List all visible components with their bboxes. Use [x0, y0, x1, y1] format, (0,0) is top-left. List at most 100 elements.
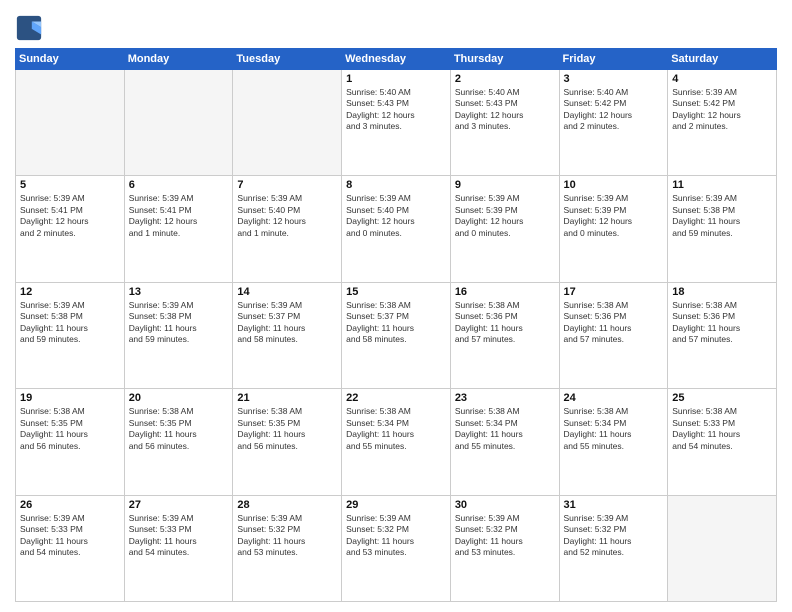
cell-info: Sunrise: 5:38 AMSunset: 5:33 PMDaylight:…	[672, 406, 772, 452]
day-number: 25	[672, 392, 772, 404]
calendar-week-2: 5 Sunrise: 5:39 AMSunset: 5:41 PMDaylight…	[16, 176, 777, 282]
calendar-cell: 17 Sunrise: 5:38 AMSunset: 5:36 PMDayligh…	[559, 282, 668, 388]
day-number: 20	[129, 392, 229, 404]
calendar-cell	[233, 70, 342, 176]
cell-info: Sunrise: 5:38 AMSunset: 5:35 PMDaylight:…	[20, 406, 120, 452]
day-number: 19	[20, 392, 120, 404]
cell-info: Sunrise: 5:38 AMSunset: 5:36 PMDaylight:…	[455, 300, 555, 346]
day-number: 13	[129, 286, 229, 298]
cell-info: Sunrise: 5:39 AMSunset: 5:40 PMDaylight:…	[237, 193, 337, 239]
day-number: 12	[20, 286, 120, 298]
page: SundayMondayTuesdayWednesdayThursdayFrid…	[0, 0, 792, 612]
cell-info: Sunrise: 5:38 AMSunset: 5:36 PMDaylight:…	[672, 300, 772, 346]
calendar-cell: 29 Sunrise: 5:39 AMSunset: 5:32 PMDayligh…	[342, 495, 451, 601]
calendar-cell: 13 Sunrise: 5:39 AMSunset: 5:38 PMDayligh…	[124, 282, 233, 388]
day-header-friday: Friday	[559, 49, 668, 70]
calendar-cell: 9 Sunrise: 5:39 AMSunset: 5:39 PMDaylight…	[450, 176, 559, 282]
calendar-cell	[16, 70, 125, 176]
day-number: 26	[20, 499, 120, 511]
cell-info: Sunrise: 5:39 AMSunset: 5:33 PMDaylight:…	[20, 513, 120, 559]
calendar-cell: 26 Sunrise: 5:39 AMSunset: 5:33 PMDayligh…	[16, 495, 125, 601]
logo-icon	[15, 14, 43, 42]
cell-info: Sunrise: 5:39 AMSunset: 5:37 PMDaylight:…	[237, 300, 337, 346]
cell-info: Sunrise: 5:38 AMSunset: 5:34 PMDaylight:…	[346, 406, 446, 452]
day-number: 23	[455, 392, 555, 404]
cell-info: Sunrise: 5:39 AMSunset: 5:38 PMDaylight:…	[129, 300, 229, 346]
calendar-cell: 25 Sunrise: 5:38 AMSunset: 5:33 PMDayligh…	[668, 389, 777, 495]
day-number: 21	[237, 392, 337, 404]
cell-info: Sunrise: 5:38 AMSunset: 5:34 PMDaylight:…	[455, 406, 555, 452]
cell-info: Sunrise: 5:39 AMSunset: 5:38 PMDaylight:…	[20, 300, 120, 346]
day-number: 11	[672, 179, 772, 191]
cell-info: Sunrise: 5:38 AMSunset: 5:36 PMDaylight:…	[564, 300, 664, 346]
cell-info: Sunrise: 5:39 AMSunset: 5:32 PMDaylight:…	[455, 513, 555, 559]
day-header-wednesday: Wednesday	[342, 49, 451, 70]
calendar-cell: 1 Sunrise: 5:40 AMSunset: 5:43 PMDaylight…	[342, 70, 451, 176]
calendar-cell: 21 Sunrise: 5:38 AMSunset: 5:35 PMDayligh…	[233, 389, 342, 495]
cell-info: Sunrise: 5:39 AMSunset: 5:41 PMDaylight:…	[129, 193, 229, 239]
logo	[15, 14, 47, 42]
calendar-cell: 11 Sunrise: 5:39 AMSunset: 5:38 PMDayligh…	[668, 176, 777, 282]
cell-info: Sunrise: 5:40 AMSunset: 5:43 PMDaylight:…	[346, 87, 446, 133]
cell-info: Sunrise: 5:39 AMSunset: 5:39 PMDaylight:…	[455, 193, 555, 239]
calendar-cell: 15 Sunrise: 5:38 AMSunset: 5:37 PMDayligh…	[342, 282, 451, 388]
day-header-monday: Monday	[124, 49, 233, 70]
header	[15, 10, 777, 42]
calendar-week-4: 19 Sunrise: 5:38 AMSunset: 5:35 PMDayligh…	[16, 389, 777, 495]
calendar-cell: 20 Sunrise: 5:38 AMSunset: 5:35 PMDayligh…	[124, 389, 233, 495]
calendar-cell: 4Sunrise: 5:39 AMSunset: 5:42 PMDaylight…	[668, 70, 777, 176]
day-number: 6	[129, 179, 229, 191]
day-number: 30	[455, 499, 555, 511]
day-number: 1	[346, 73, 446, 85]
calendar-cell: 30 Sunrise: 5:39 AMSunset: 5:32 PMDayligh…	[450, 495, 559, 601]
cell-info: Sunrise: 5:39 AMSunset: 5:32 PMDaylight:…	[346, 513, 446, 559]
calendar-cell: 31 Sunrise: 5:39 AMSunset: 5:32 PMDayligh…	[559, 495, 668, 601]
day-number: 28	[237, 499, 337, 511]
calendar-cell: 6 Sunrise: 5:39 AMSunset: 5:41 PMDaylight…	[124, 176, 233, 282]
day-number: 14	[237, 286, 337, 298]
calendar-cell: 2 Sunrise: 5:40 AMSunset: 5:43 PMDaylight…	[450, 70, 559, 176]
calendar-cell: 3Sunrise: 5:40 AMSunset: 5:42 PMDaylight…	[559, 70, 668, 176]
day-number: 17	[564, 286, 664, 298]
cell-info: Sunrise: 5:39 AMSunset: 5:32 PMDaylight:…	[564, 513, 664, 559]
day-number: 15	[346, 286, 446, 298]
day-number: 16	[455, 286, 555, 298]
calendar-week-1: 1 Sunrise: 5:40 AMSunset: 5:43 PMDaylight…	[16, 70, 777, 176]
calendar-cell: 19 Sunrise: 5:38 AMSunset: 5:35 PMDayligh…	[16, 389, 125, 495]
day-header-sunday: Sunday	[16, 49, 125, 70]
calendar-cell: 10Sunrise: 5:39 AMSunset: 5:39 PMDayligh…	[559, 176, 668, 282]
calendar: SundayMondayTuesdayWednesdayThursdayFrid…	[15, 48, 777, 602]
day-number: 24	[564, 392, 664, 404]
cell-info: Sunrise: 5:40 AMSunset: 5:43 PMDaylight:…	[455, 87, 555, 133]
day-number: 5	[20, 179, 120, 191]
day-number: 27	[129, 499, 229, 511]
day-number: 9	[455, 179, 555, 191]
day-number: 22	[346, 392, 446, 404]
calendar-cell: 22 Sunrise: 5:38 AMSunset: 5:34 PMDayligh…	[342, 389, 451, 495]
calendar-cell: 16 Sunrise: 5:38 AMSunset: 5:36 PMDayligh…	[450, 282, 559, 388]
cell-info: Sunrise: 5:38 AMSunset: 5:35 PMDaylight:…	[237, 406, 337, 452]
calendar-week-3: 12 Sunrise: 5:39 AMSunset: 5:38 PMDayligh…	[16, 282, 777, 388]
day-number: 7	[237, 179, 337, 191]
cell-info: Sunrise: 5:39 AMSunset: 5:41 PMDaylight:…	[20, 193, 120, 239]
day-number: 2	[455, 73, 555, 85]
calendar-cell: 7 Sunrise: 5:39 AMSunset: 5:40 PMDaylight…	[233, 176, 342, 282]
calendar-cell: 28 Sunrise: 5:39 AMSunset: 5:32 PMDayligh…	[233, 495, 342, 601]
calendar-cell: 27Sunrise: 5:39 AMSunset: 5:33 PMDayligh…	[124, 495, 233, 601]
day-header-saturday: Saturday	[668, 49, 777, 70]
day-number: 29	[346, 499, 446, 511]
cell-info: Sunrise: 5:40 AMSunset: 5:42 PMDaylight:…	[564, 87, 664, 133]
calendar-cell: 8Sunrise: 5:39 AMSunset: 5:40 PMDaylight…	[342, 176, 451, 282]
cell-info: Sunrise: 5:38 AMSunset: 5:34 PMDaylight:…	[564, 406, 664, 452]
cell-info: Sunrise: 5:39 AMSunset: 5:32 PMDaylight:…	[237, 513, 337, 559]
cell-info: Sunrise: 5:39 AMSunset: 5:42 PMDaylight:…	[672, 87, 772, 133]
cell-info: Sunrise: 5:38 AMSunset: 5:37 PMDaylight:…	[346, 300, 446, 346]
calendar-cell: 12 Sunrise: 5:39 AMSunset: 5:38 PMDayligh…	[16, 282, 125, 388]
day-number: 8	[346, 179, 446, 191]
cell-info: Sunrise: 5:38 AMSunset: 5:35 PMDaylight:…	[129, 406, 229, 452]
calendar-cell: 24 Sunrise: 5:38 AMSunset: 5:34 PMDayligh…	[559, 389, 668, 495]
cell-info: Sunrise: 5:39 AMSunset: 5:38 PMDaylight:…	[672, 193, 772, 239]
day-number: 31	[564, 499, 664, 511]
calendar-cell: 18Sunrise: 5:38 AMSunset: 5:36 PMDayligh…	[668, 282, 777, 388]
calendar-cell	[124, 70, 233, 176]
